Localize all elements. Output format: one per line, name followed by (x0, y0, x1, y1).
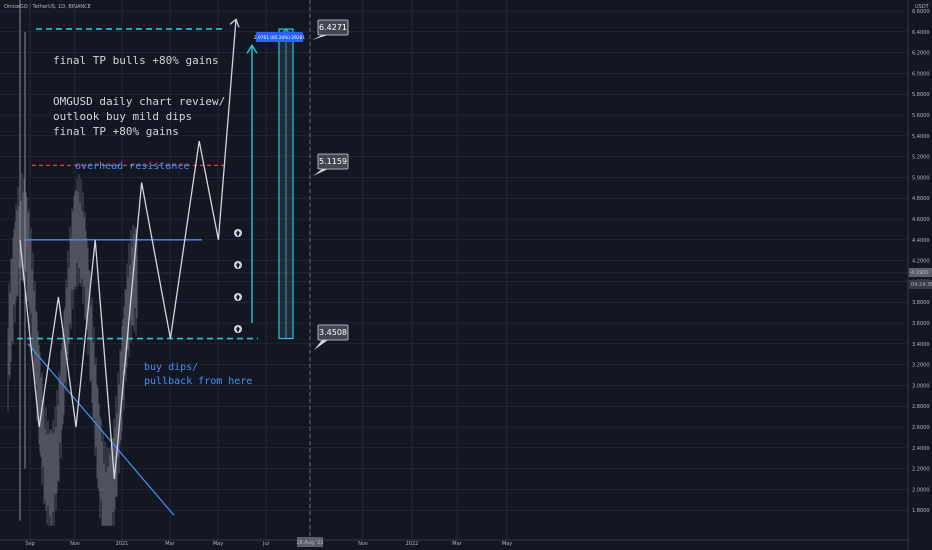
callout-value: 5.1159 (319, 157, 347, 166)
y-tick-label: 2.8000 (912, 404, 930, 410)
countdown-label: 04:24:36 (911, 282, 932, 288)
y-tick-label: 5.0000 (912, 175, 930, 181)
y-tick-label: 2.2000 (912, 467, 930, 473)
y-tick-label: 6.6000 (912, 9, 930, 15)
y-tick-label: 5.2000 (912, 155, 930, 161)
projection-arrowhead (229, 18, 240, 28)
callout-pointer (312, 35, 328, 40)
callout-pointer (314, 340, 328, 350)
y-tick-label: 4.4000 (912, 238, 930, 244)
y-tick-label: 3.4000 (912, 342, 930, 348)
x-tick-label: Sep (25, 541, 34, 547)
review-note-line: outlook buy mild dips (53, 110, 192, 123)
projection-path (19, 19, 237, 480)
y-tick-label: 2.6000 (912, 425, 930, 431)
x-tick-label: May (502, 541, 512, 547)
buy-note-line: buy dips/ (144, 362, 198, 373)
y-tick-label: 6.0000 (912, 71, 930, 77)
x-tick-label: May (213, 541, 223, 547)
y-tick-label: 2.4000 (912, 446, 930, 452)
x-tick-label: Nov (358, 541, 368, 547)
callout-value: 6.4271 (319, 23, 347, 32)
measure-label: 2.9761 (85.24%) 29261 (254, 35, 305, 41)
x-tick-label: Jul (262, 541, 269, 547)
chart-stage: OmiseGO / TetherUS, 1D, BINANCE USDT 6.6… (0, 0, 932, 550)
y-tick-label: 5.8000 (912, 92, 930, 98)
y-tick-label: 3.6000 (912, 321, 930, 327)
y-tick-label: 5.4000 (912, 134, 930, 140)
y-tick-label: 3.8000 (912, 300, 930, 306)
y-tick-label: 2.0000 (912, 487, 930, 493)
y-tick-label: 4.8000 (912, 196, 930, 202)
callout-value: 3.4508 (319, 328, 347, 337)
x-tick-label: 2022 (406, 541, 419, 547)
x-tick-label: 2021 (116, 541, 129, 547)
review-note-line: OMGUSD daily chart review/ (53, 95, 225, 108)
price-chart[interactable]: 6.6000 6.4000 6.2000 6.0000 5.8000 5.6000 5.40… (0, 0, 932, 550)
callout-pointer (313, 169, 328, 176)
current-price-label: 4.1900 (911, 270, 929, 276)
y-tick-label: 6.2000 (912, 51, 930, 57)
date-cursor-label: 26 Aug '21 (296, 540, 323, 546)
review-note-line: final TP +80% gains (53, 125, 179, 138)
y-tick-label: 6.4000 (912, 30, 930, 36)
y-tick-label: 1.8000 (912, 508, 930, 514)
y-tick-label: 3.2000 (912, 363, 930, 369)
x-tick-label: Mar (452, 541, 462, 547)
x-tick-label: Nov (70, 541, 80, 547)
buy-note-line: pullback from here (144, 376, 252, 387)
y-tick-label: 5.6000 (912, 113, 930, 119)
y-tick-label: 4.6000 (912, 217, 930, 223)
resistance-note: overhead resistance (75, 161, 189, 172)
tp-note: final TP bulls +80% gains (53, 54, 219, 67)
y-tick-label: 4.2000 (912, 259, 930, 265)
y-tick-label: 3.0000 (912, 383, 930, 389)
x-tick-label: Mar (165, 541, 175, 547)
